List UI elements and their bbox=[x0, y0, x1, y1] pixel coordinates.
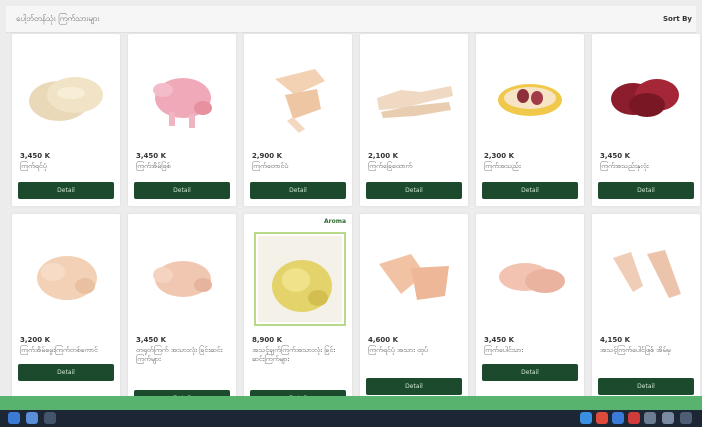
product-card[interactable]: 2,300 K ကြက်အသည်း Detail bbox=[476, 34, 584, 206]
tray-icon[interactable] bbox=[662, 412, 674, 424]
product-price: 3,450 K bbox=[136, 152, 167, 160]
product-card[interactable]: 3,450 K ကြက်ပေါင်သား Detail bbox=[476, 214, 584, 404]
product-name: ကြက်ပေါင်သား bbox=[484, 346, 524, 354]
product-card[interactable]: 3,450 K ကြက်ရင်ပုံ Detail bbox=[12, 34, 120, 206]
detail-button[interactable]: Detail bbox=[18, 364, 114, 381]
app-icon[interactable] bbox=[628, 412, 640, 424]
product-name: ကြက်ရင်ပုံ အသား ထုပ် bbox=[368, 346, 428, 354]
product-price: 2,100 K bbox=[368, 152, 399, 160]
product-card[interactable]: 3,200 K ကြက်အိမ်မွေးကြက်တစ်ကောင် Detail bbox=[12, 214, 120, 404]
product-name: ကြက်ရင်ပုံ bbox=[20, 162, 47, 170]
product-card[interactable]: 2,100 K ကြက်ခြေထောက် Detail bbox=[360, 34, 468, 206]
detail-button[interactable]: Detail bbox=[366, 378, 462, 395]
chicken-pieces-image bbox=[370, 232, 458, 322]
product-card[interactable]: 4,600 K ကြက်ရင်ပုံ အသား ထုပ် Detail bbox=[360, 214, 468, 404]
product-price: 3,450 K bbox=[484, 336, 515, 344]
product-card[interactable]: 3,450 K ကြက်အိမ်ဖြစ် Detail bbox=[128, 34, 236, 206]
product-price: 3,200 K bbox=[20, 336, 51, 344]
detail-button[interactable]: Detail bbox=[598, 182, 694, 199]
whole-chicken-image bbox=[22, 232, 110, 322]
detail-button[interactable]: Detail bbox=[482, 182, 578, 199]
product-price: 3,450 K bbox=[20, 152, 51, 160]
product-price: 2,900 K bbox=[252, 152, 283, 160]
product-name: အသင့်ကြက်ပေါင်ဖြစ် အိမ်မှ bbox=[600, 346, 671, 354]
product-price: 8,900 K bbox=[252, 336, 283, 344]
taskbar bbox=[0, 410, 702, 427]
detail-button[interactable]: Detail bbox=[18, 182, 114, 199]
sort-button[interactable]: Sort By bbox=[663, 15, 692, 23]
detail-button[interactable]: Detail bbox=[598, 378, 694, 395]
product-name: ကြက်တောင်ပံ bbox=[252, 162, 289, 170]
app-icon[interactable] bbox=[644, 412, 656, 424]
app-icon[interactable] bbox=[596, 412, 608, 424]
product-name: ကြက်အသည်းနှလုံး bbox=[600, 162, 649, 170]
product-price: 3,450 K bbox=[136, 336, 167, 344]
product-card[interactable]: Aroma 8,900 K အသင့်ချက်ကြက်အသားလုံး ခြင်… bbox=[244, 214, 352, 407]
product-name: ကြက်အသည်း bbox=[484, 162, 521, 170]
detail-button[interactable]: Detail bbox=[250, 182, 346, 199]
product-grid: 3,450 K ကြက်ရင်ပုံ Detail 3,450 K ကြက်အိ… bbox=[12, 34, 700, 407]
chicken-wings-image bbox=[254, 52, 342, 142]
app-icon[interactable] bbox=[612, 412, 624, 424]
start-icon[interactable] bbox=[8, 412, 20, 424]
product-name: ကြက်အိမ်ဖြစ် bbox=[136, 162, 171, 170]
product-name: တရုတ်ကြက် အသားလုံး ခြင်းဆင်းကြက်များ bbox=[136, 346, 223, 363]
product-price: 2,300 K bbox=[484, 152, 515, 160]
task-view-icon[interactable] bbox=[44, 412, 56, 424]
product-card[interactable]: 3,450 K တရုတ်ကြက် အသားလုံး ခြင်းဆင်းကြက်… bbox=[128, 214, 236, 407]
detail-button[interactable]: Detail bbox=[482, 364, 578, 381]
product-name: အသင့်ချက်ကြက်အသားလုံး ခြင်းဆင်းကြက်များ bbox=[252, 346, 336, 363]
product-name: ကြက်အိမ်မွေးကြက်တစ်ကောင် bbox=[20, 346, 98, 354]
whole-yellow-chicken-image bbox=[254, 232, 346, 326]
clock-icon[interactable] bbox=[680, 412, 692, 424]
product-price: 4,150 K bbox=[600, 336, 631, 344]
app-icon[interactable] bbox=[580, 412, 592, 424]
chicken-feet-image bbox=[370, 52, 458, 142]
chicken-liver-image bbox=[602, 52, 690, 142]
bottom-accent-bar bbox=[0, 396, 702, 410]
detail-button[interactable]: Detail bbox=[134, 182, 230, 199]
product-card[interactable]: 2,900 K ကြက်တောင်ပံ Detail bbox=[244, 34, 352, 206]
chicken-drumsticks-image bbox=[602, 232, 690, 322]
chicken-thigh-image bbox=[486, 232, 574, 322]
product-card[interactable]: 3,450 K ကြက်အသည်းနှလုံး Detail bbox=[592, 34, 700, 206]
whole-broiler-image bbox=[138, 232, 226, 322]
detail-button[interactable]: Detail bbox=[366, 182, 462, 199]
product-name: ကြက်ခြေထောက် bbox=[368, 162, 413, 170]
product-price: 4,600 K bbox=[368, 336, 399, 344]
product-price: 3,450 K bbox=[600, 152, 631, 160]
page-title: ပေါ့ဘ်တန်သုံး ကြက်သားများ bbox=[16, 14, 100, 23]
search-icon[interactable] bbox=[26, 412, 38, 424]
page-header: ပေါ့ဘ်တန်သုံး ကြက်သားများ Sort By bbox=[6, 6, 696, 33]
chicken-breast-image bbox=[22, 52, 110, 142]
chicken-gizzard-image bbox=[486, 52, 574, 142]
whole-chicken-image bbox=[138, 52, 226, 142]
product-card[interactable]: 4,150 K အသင့်ကြက်ပေါင်ဖြစ် အိမ်မှ Detail bbox=[592, 214, 700, 404]
brand-badge: Aroma bbox=[323, 218, 346, 225]
